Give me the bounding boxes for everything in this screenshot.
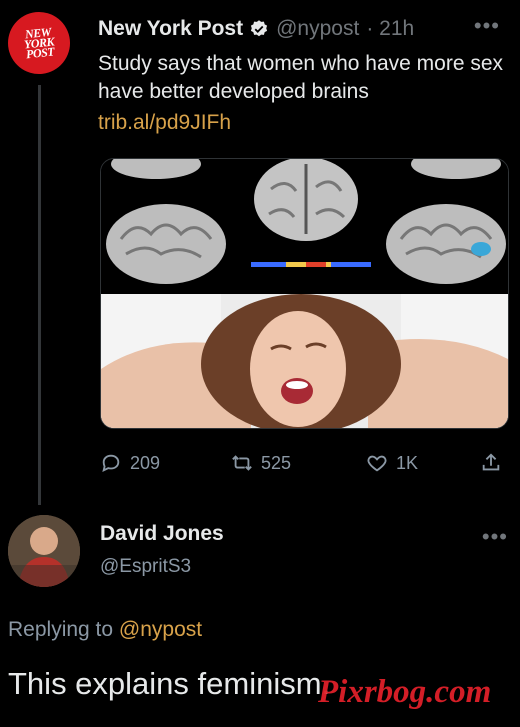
- reply-author-handle[interactable]: @EspritS3: [100, 556, 191, 578]
- replying-prefix: Replying to: [8, 618, 114, 641]
- tweet-link[interactable]: trib.al/pd9JIFh: [98, 111, 231, 135]
- author-name[interactable]: New York Post: [98, 17, 243, 41]
- heart-icon: [367, 455, 387, 472]
- tweet-header: New York Post @nypost · 21h •••: [98, 13, 508, 41]
- author-handle[interactable]: @nypost: [276, 17, 359, 41]
- reply-author-avatar[interactable]: [8, 515, 80, 587]
- retweet-icon: [232, 455, 252, 471]
- face: [250, 311, 346, 427]
- reply-count: 209: [130, 452, 161, 473]
- brain-scan-center: [254, 159, 358, 241]
- tweet-media[interactable]: [100, 158, 509, 429]
- verified-badge-icon: [251, 20, 268, 37]
- reply-icon: [102, 454, 120, 472]
- reply-text: This explains feminism.: [8, 666, 331, 701]
- tweet-time[interactable]: · 21h: [366, 17, 414, 41]
- reply-action[interactable]: 209: [100, 452, 195, 474]
- reply-more-options-icon[interactable]: •••: [482, 524, 508, 550]
- retweet-count: 525: [261, 452, 292, 473]
- share-icon: [482, 453, 500, 471]
- share-action[interactable]: [480, 452, 502, 474]
- like-count: 1K: [396, 452, 419, 473]
- avatar-logo-line: POST: [25, 44, 55, 62]
- like-action[interactable]: 1K: [366, 452, 466, 474]
- reply-author-name[interactable]: David Jones: [100, 522, 224, 546]
- nypost-avatar[interactable]: NEW YORK POST: [4, 8, 74, 78]
- replying-mention[interactable]: @nypost: [119, 618, 202, 641]
- watermark: Pixrbog.com: [318, 674, 492, 710]
- action-bar: 209 525 1K: [100, 452, 510, 474]
- thread-line: [38, 85, 41, 505]
- tweet-text: Study says that women who have more sex …: [98, 52, 504, 103]
- replying-to: Replying to @nypost: [8, 618, 202, 642]
- retweet-action[interactable]: 525: [231, 452, 366, 474]
- more-options-icon[interactable]: •••: [474, 13, 500, 39]
